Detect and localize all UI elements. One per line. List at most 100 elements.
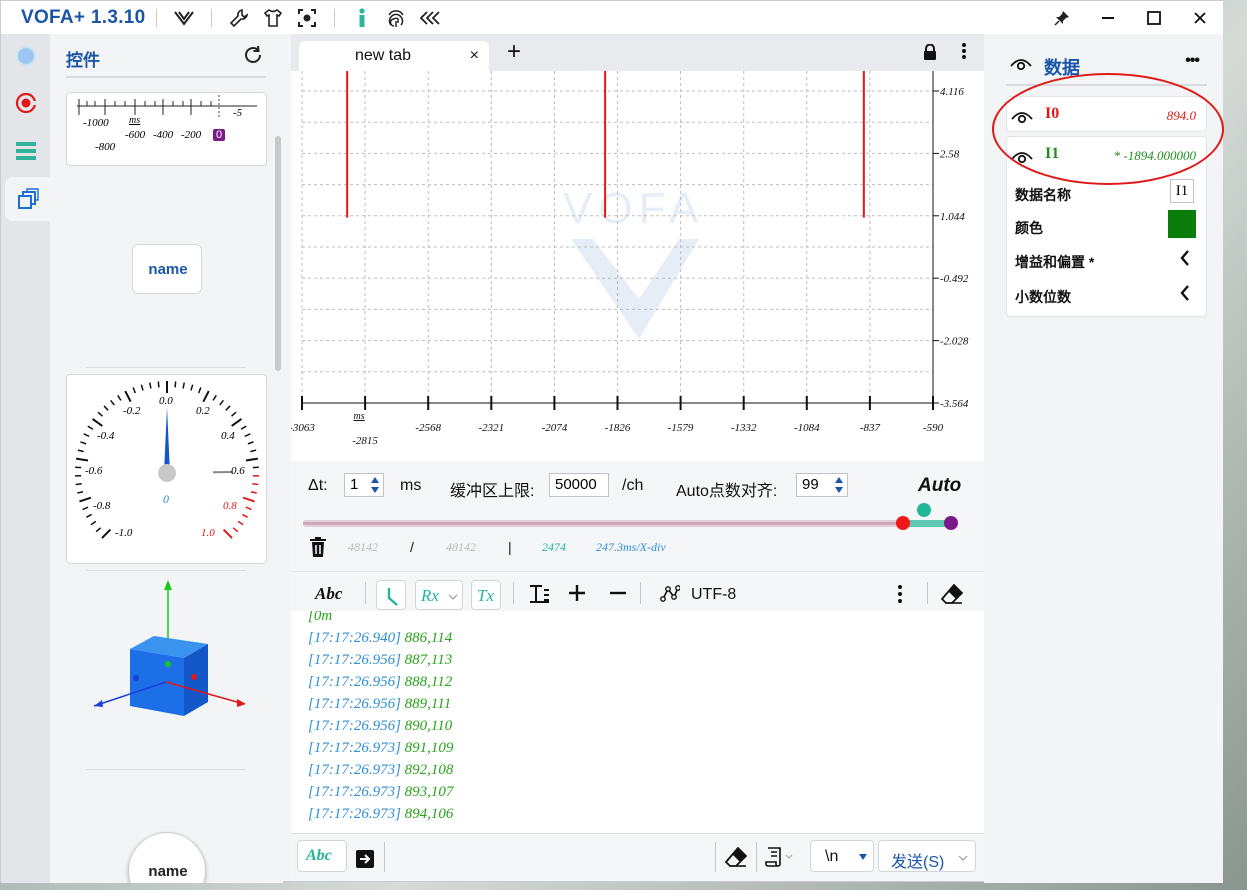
gauge-tick [124,390,132,403]
connection-status-icon[interactable] [1,34,50,78]
timestamp-toggle[interactable] [376,580,406,610]
x-tick-label: -1826 [605,422,631,434]
clear-send-eraser-icon[interactable] [724,846,748,872]
more-icon[interactable]: ••• [1185,52,1200,70]
info-icon[interactable] [351,7,373,29]
clear-data-icon[interactable] [309,537,327,562]
buffer-input[interactable]: 50000 [549,473,609,497]
chevron-left-icon[interactable] [1180,249,1190,272]
stats-separator: / [410,539,414,555]
minimize-button[interactable] [1085,1,1131,34]
console-timestamp: [17:17:26.956] [308,718,401,734]
x-tick-label: -2568 [415,422,441,434]
app-window: VOFA+ 1.3.10 控件 -1000 ms -600 -400 -200 … [0,0,1224,883]
stats-separator: | [508,539,512,555]
add-tab-button[interactable]: + [507,40,521,64]
gauge-tick [80,441,87,445]
newline-value: \n [825,848,839,865]
range-middle-handle[interactable] [917,503,931,517]
gain-offset-label: 增益和偏置 * [1015,254,1095,270]
divider [513,582,514,604]
tab-label: new tab [355,47,412,64]
lock-icon[interactable] [923,43,937,65]
console-line: [17:17:26.956] 890,110 [308,718,452,735]
pin-icon[interactable] [1039,1,1085,34]
range-end-handle[interactable] [944,516,958,530]
send-bar: Abc \n 发送(S) [291,833,984,881]
rx-toggle[interactable]: Rx [415,580,463,610]
widgets-scrollbar[interactable] [275,136,281,371]
eye-icon[interactable] [1011,149,1033,170]
divider [715,842,716,872]
ruler-tick: -1000 [83,117,109,129]
dt-stepper-icon[interactable] [368,474,382,496]
auto-button[interactable]: Auto [918,475,961,497]
protocol-icon[interactable] [660,585,681,608]
text-format-icon[interactable] [529,584,549,609]
data-name-input[interactable]: I1 [1170,179,1194,203]
gauge-tick [132,387,137,394]
auto-align-label: Auto点数对齐: [676,483,778,500]
screenshot-icon[interactable] [296,7,318,29]
send-input[interactable] [391,840,713,874]
tab-close-icon[interactable]: × [470,47,479,65]
eye-icon[interactable] [1010,56,1032,77]
vofa-logo-icon[interactable] [173,7,195,29]
newline-select[interactable]: \n [810,840,874,872]
collapse-icon[interactable] [419,7,441,29]
gauge-tick [87,425,94,430]
range-slider-track[interactable] [303,520,953,527]
eraser-icon[interactable] [940,583,964,609]
ruler-widget[interactable]: -1000 ms -600 -400 -200 -5 -800 0 [66,92,267,166]
divider [333,8,335,27]
color-label: 颜色 [1015,220,1043,236]
chevron-left-icon[interactable] [1180,284,1190,307]
channel-row-i0[interactable]: I0 894.0 [1006,96,1207,132]
console-output[interactable]: [0m [17:17:26.940] 886,114 [17:17:26.956]… [291,611,984,833]
channel-row-i1[interactable]: I1 * -1894.000000 数据名称 I1 颜色 增益和偏置 * 小数位… [1006,136,1207,317]
fingerprint-icon[interactable] [385,7,407,29]
auto-align-value: 99 [802,476,819,493]
refresh-icon[interactable] [242,44,264,66]
console-value: 892,108 [400,762,454,778]
tab-menu-icon[interactable] [962,42,966,65]
gauge-tick [83,433,90,438]
widgets-header: 控件 [66,44,266,78]
send-file-icon[interactable] [355,849,375,874]
gauge-tick [242,513,248,518]
add-icon[interactable] [568,584,586,607]
gauge-widget[interactable]: -0.2 0.0 0.2 -0.4 0.4 -0.6 0.6 -0.8 0.8 … [66,374,267,564]
send-format-toggle[interactable]: Abc [297,840,347,872]
gauge-hub [158,464,176,482]
record-icon[interactable] [1,81,50,125]
tx-toggle[interactable]: Tx [471,580,501,610]
send-button[interactable]: 发送(S) [878,840,976,872]
range-start-handle[interactable] [896,516,910,530]
maximize-button[interactable] [1131,1,1177,34]
close-button[interactable] [1177,1,1223,34]
waveform-chart[interactable]: VOFA -3063 -2815 -2568 -2321 -2074 -1826 -1579… [291,71,984,461]
remove-icon[interactable] [609,584,627,607]
gauge-tick [75,483,82,486]
buffer-unit: /ch [622,477,644,494]
send-history-icon[interactable] [765,846,795,873]
auto-align-stepper-icon[interactable] [832,474,846,496]
gauge-tick [182,382,185,389]
widgets-tab-icon[interactable] [5,177,50,221]
encoding-select[interactable]: UTF-8 [691,586,736,604]
list-icon[interactable] [1,129,50,173]
wrench-icon[interactable] [228,7,250,29]
round-name-button[interactable]: name [128,832,206,883]
eye-icon[interactable] [1011,109,1033,130]
x-tick-label: -3063 [291,422,315,434]
chevron-down-icon [448,594,458,600]
gauge-tick [244,433,251,438]
cube-3d-widget[interactable] [86,574,256,764]
tshirt-icon[interactable] [262,7,284,29]
console-menu-icon[interactable] [898,584,902,609]
color-swatch[interactable] [1168,210,1196,238]
y-tick-label: 4.116 [940,86,964,98]
name-button-widget[interactable]: name [132,244,202,294]
tab-new-tab[interactable]: new tab × [299,41,489,71]
abc-display-toggle[interactable]: Abc [315,584,342,604]
